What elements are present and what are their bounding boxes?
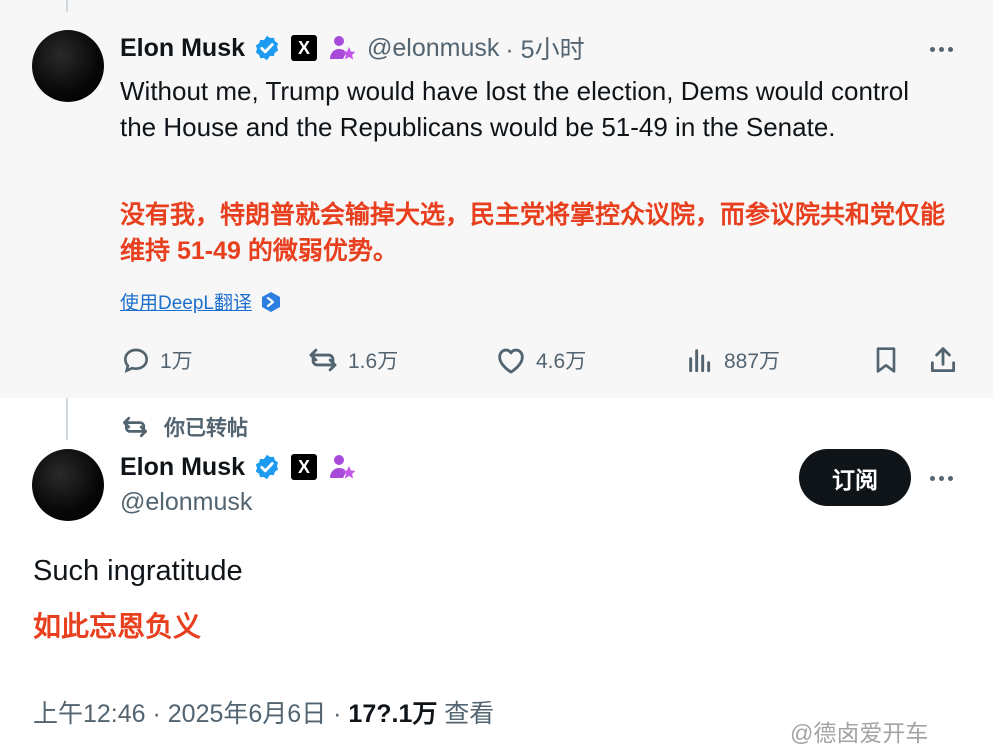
author-name[interactable]: Elon Musk: [120, 453, 245, 482]
x-logo-icon: X: [291, 454, 318, 480]
reply-count: 1万: [160, 350, 193, 373]
reply-button[interactable]: 1万: [120, 340, 193, 380]
views-button[interactable]: 887万: [684, 340, 780, 380]
author-row: Elon Musk X: [120, 450, 357, 484]
subscribe-button[interactable]: 订阅: [799, 449, 911, 506]
tweet-text: Without me, Trump would have lost the el…: [120, 76, 910, 142]
avatar[interactable]: [32, 30, 104, 102]
more-icon[interactable]: [930, 39, 953, 59]
share-button[interactable]: [926, 340, 968, 380]
tweet-views-count: 17?.1万: [348, 700, 438, 728]
repost-icon: [123, 416, 147, 438]
more-icon[interactable]: [930, 468, 953, 488]
thread-line-top: [66, 0, 68, 12]
avatar[interactable]: [32, 449, 104, 521]
tweet-meta: 上午12:46 · 2025年6月6日 · 17?.1万 查看: [33, 694, 494, 730]
tweet-text: Such ingratitude: [33, 555, 243, 587]
thread-line-bottom: [66, 398, 68, 440]
repost-count: 1.6万: [348, 350, 399, 373]
reply-icon: [123, 348, 149, 374]
verified-badge-icon: [255, 35, 279, 61]
translate-link-label: 使用DeepL翻译: [120, 293, 252, 314]
like-button[interactable]: 4.6万: [494, 340, 586, 380]
deepl-icon: [262, 291, 280, 312]
author-handle[interactable]: @elonmusk: [367, 34, 499, 63]
views-count: 887万: [724, 350, 781, 373]
tweet-translation: 没有我，特朗普就会输掉大选，民主党将掌控众议院，而参议院共和党仅能维持 51-4…: [120, 201, 946, 265]
author-name[interactable]: Elon Musk: [120, 34, 245, 63]
repost-button[interactable]: 1.6万: [306, 340, 398, 380]
affiliate-icon: [330, 36, 356, 60]
tweet-time[interactable]: · 5小时: [505, 30, 584, 66]
watermark-text: @德卤爱开车: [790, 720, 929, 746]
tweet-translation: 如此忘恩负义: [33, 611, 202, 642]
repost-indicator[interactable]: 你已转帖: [120, 412, 248, 442]
share-icon: [930, 347, 956, 373]
bookmark-icon: [876, 347, 896, 373]
x-logo-icon: X: [291, 35, 318, 61]
repost-label: 你已转帖: [164, 417, 248, 440]
author-handle[interactable]: @elonmusk: [120, 488, 252, 517]
like-count: 4.6万: [536, 350, 587, 373]
author-row: Elon Musk X @elonmusk · 5小时: [120, 31, 585, 65]
repost-icon: [309, 348, 337, 372]
watermark: @德卤爱开车: [790, 714, 928, 748]
views-icon: [689, 349, 711, 373]
tweet-timestamp[interactable]: 上午12:46 · 2025年6月6日 ·: [33, 700, 348, 728]
verified-badge-icon: [255, 454, 279, 480]
affiliate-icon: [330, 455, 356, 479]
bookmark-button[interactable]: [870, 340, 910, 380]
translate-link[interactable]: 使用DeepL翻译: [120, 288, 282, 315]
like-icon: [498, 348, 524, 374]
tweet-views-label: 查看: [437, 700, 495, 728]
